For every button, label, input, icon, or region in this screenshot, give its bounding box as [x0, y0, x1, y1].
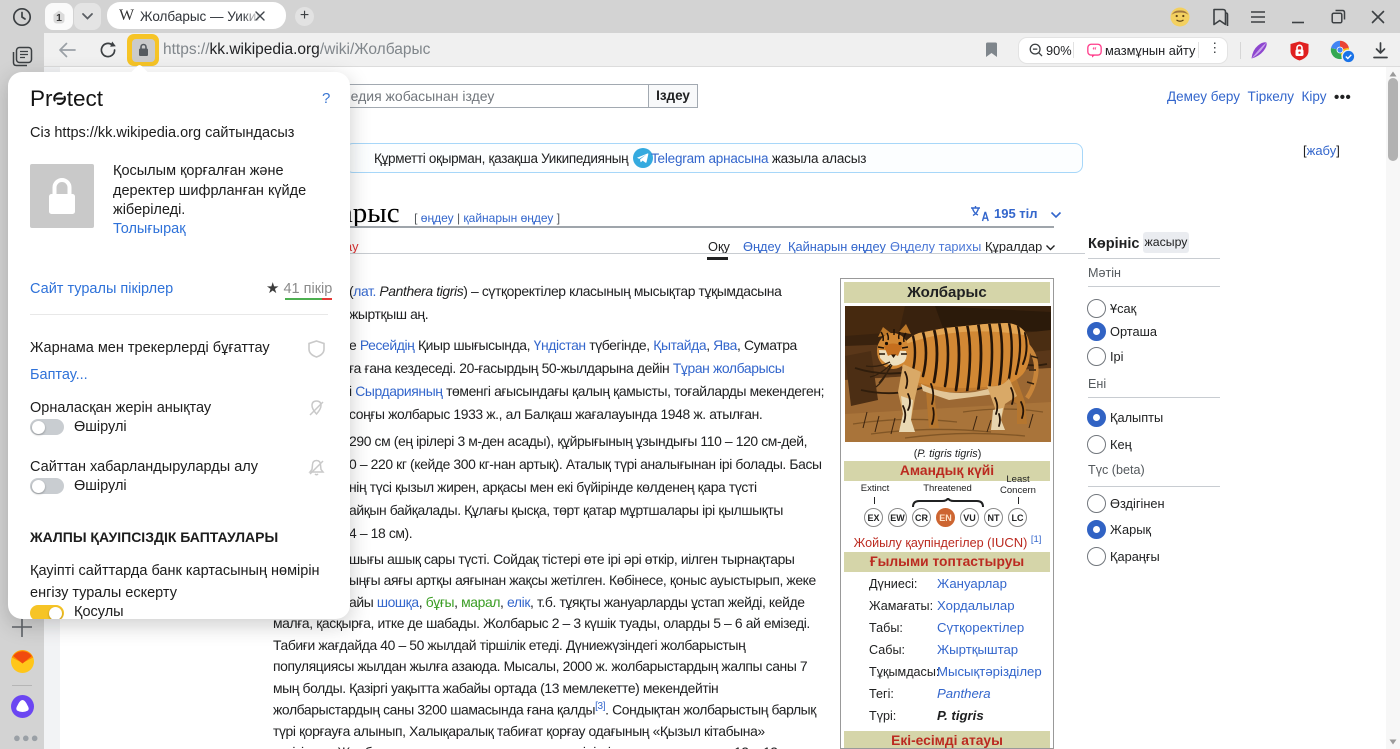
- svg-text:1: 1: [56, 12, 62, 24]
- svg-text:“: “: [1092, 46, 1096, 55]
